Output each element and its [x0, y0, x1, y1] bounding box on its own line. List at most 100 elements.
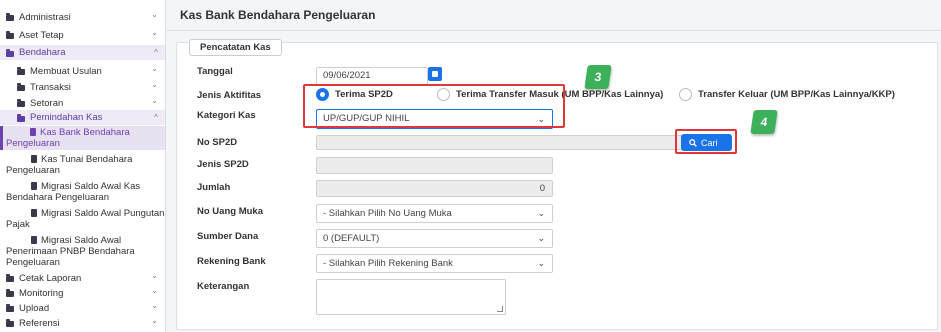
- rekening-bank-label: Rekening Bank: [197, 256, 266, 267]
- sumber-dana-select[interactable]: 0 (DEFAULT) ⌄: [316, 229, 553, 248]
- sidebar-item-transaksi[interactable]: Transaksi ⌄: [0, 80, 165, 94]
- jenis-aktifitas-label: Jenis Aktifitas: [197, 90, 262, 101]
- sidebar-item-label-line1: Kas Tunai Bendahara: [41, 154, 133, 165]
- folder-icon: [6, 31, 14, 39]
- radio-label: Terima Transfer Masuk (UM BPP/Kas Lainny…: [456, 89, 664, 100]
- main-content: Kas Bank Bendahara Pengeluaran Pencatata…: [166, 0, 941, 332]
- document-icon: [30, 128, 36, 136]
- folder-icon: [17, 114, 25, 122]
- chevron-down-icon: ⌄: [151, 301, 158, 310]
- sidebar-item-label-line1: Migrasi Saldo Awal: [41, 235, 122, 246]
- no-uang-muka-label: No Uang Muka: [197, 206, 263, 217]
- folder-icon: [17, 99, 25, 107]
- sidebar-item-migrasi-saldo-awal-kas[interactable]: Migrasi Saldo Awal Kas Bendahara Pengelu…: [0, 180, 165, 204]
- search-icon: [689, 138, 697, 147]
- sidebar-item-migrasi-saldo-awal-pungutan-pajak[interactable]: Migrasi Saldo Awal Pungutan Pajak: [0, 207, 165, 231]
- document-icon: [31, 236, 37, 244]
- folder-icon: [6, 289, 14, 297]
- sidebar-item-label: Transaksi: [30, 82, 71, 93]
- sidebar-item-label-line2: Pengeluaran: [6, 138, 60, 149]
- radio-label: Transfer Keluar (UM BPP/Kas Lainnya/KKP): [698, 89, 895, 100]
- sidebar-item-cetak-laporan[interactable]: Cetak Laporan ⌄: [0, 271, 165, 285]
- radio-transfer-keluar[interactable]: Transfer Keluar (UM BPP/Kas Lainnya/KKP): [679, 88, 895, 101]
- sidebar-item-label-line1: Migrasi Saldo Awal Kas: [41, 181, 141, 192]
- sidebar-item-pemindahan-kas[interactable]: Pemindahan Kas ^: [0, 110, 165, 125]
- jenis-sp2d-label: Jenis SP2D: [197, 159, 249, 170]
- sidebar-item-label-line2: Penerimaan PNBP Bendahara: [6, 246, 135, 257]
- sidebar-item-label: Referensi: [19, 318, 60, 329]
- sidebar-item-label: Bendahara: [19, 47, 66, 58]
- radio-dot: [679, 88, 692, 101]
- resize-handle-icon[interactable]: [497, 306, 503, 312]
- jumlah-value: 0: [539, 183, 545, 194]
- sumber-dana-value: 0 (DEFAULT): [323, 233, 380, 244]
- folder-icon: [6, 304, 14, 312]
- folder-icon: [17, 67, 25, 75]
- sidebar-item-label: Administrasi: [19, 12, 71, 23]
- folder-icon: [6, 49, 14, 57]
- divider: [166, 30, 941, 31]
- tanggal-label: Tanggal: [197, 66, 233, 77]
- radio-dot: [316, 88, 329, 101]
- folder-icon: [6, 319, 14, 327]
- chevron-down-icon: ⌄: [537, 208, 545, 218]
- radio-label: Terima SP2D: [335, 89, 393, 100]
- chevron-up-icon: ^: [154, 48, 158, 57]
- folder-icon: [6, 274, 14, 282]
- sidebar-item-label-line3: Pengeluaran: [6, 257, 60, 268]
- document-icon: [31, 182, 37, 190]
- step-badge-4: 4: [750, 110, 778, 134]
- chevron-down-icon: ⌄: [151, 80, 158, 89]
- tanggal-value: 09/06/2021: [323, 70, 371, 81]
- sidebar-item-membuat-usulan[interactable]: Membuat Usulan ⌄: [0, 64, 165, 78]
- sidebar-item-label: Pemindahan Kas: [30, 112, 103, 123]
- sidebar-item-aset-tetap[interactable]: Aset Tetap ⌄: [0, 28, 165, 42]
- no-sp2d-label: No SP2D: [197, 137, 238, 148]
- sidebar-item-kas-tunai-bendahara-pengeluaran[interactable]: Kas Tunai Bendahara Pengeluaran: [0, 153, 165, 177]
- sidebar-item-label: Upload: [19, 303, 50, 314]
- jumlah-input[interactable]: 0: [316, 180, 553, 197]
- sidebar-item-label-line2: Pajak: [6, 219, 30, 230]
- document-icon: [31, 155, 37, 163]
- sidebar-item-label: Cetak Laporan: [19, 273, 82, 284]
- rekening-bank-select[interactable]: - Silahkan Pilih Rekening Bank ⌄: [316, 254, 553, 273]
- sidebar-item-bendahara[interactable]: Bendahara ^: [0, 45, 165, 60]
- form-panel: Pencatatan Kas Tanggal 09/06/2021 Jenis …: [176, 39, 938, 330]
- chevron-down-icon: ⌄: [151, 316, 158, 325]
- sidebar-item-label: Setoran: [30, 98, 64, 109]
- chevron-up-icon: ^: [154, 113, 158, 122]
- sidebar-item-label: Monitoring: [19, 288, 64, 299]
- calendar-icon[interactable]: [428, 67, 442, 81]
- folder-icon: [17, 83, 25, 91]
- sidebar-item-kas-bank-bendahara-pengeluaran[interactable]: Kas Bank Bendahara Pengeluaran: [0, 126, 165, 150]
- chevron-down-icon: ⌄: [151, 96, 158, 105]
- cari-label: Cari: [701, 137, 718, 148]
- keterangan-textarea[interactable]: [316, 279, 506, 315]
- kategori-kas-select[interactable]: UP/GUP/GUP NIHIL ⌄: [316, 109, 553, 129]
- radio-terima-sp2d[interactable]: Terima SP2D: [316, 88, 393, 101]
- radio-terima-transfer-masuk[interactable]: Terima Transfer Masuk (UM BPP/Kas Lainny…: [437, 88, 663, 101]
- document-icon: [31, 209, 37, 217]
- chevron-down-icon: ⌄: [537, 233, 545, 243]
- sidebar-item-administrasi[interactable]: Administrasi ⌄: [0, 10, 165, 24]
- sidebar-item-migrasi-saldo-awal-pnbp[interactable]: Migrasi Saldo Awal Penerimaan PNBP Benda…: [0, 234, 165, 269]
- cari-button[interactable]: Cari: [681, 134, 732, 151]
- chevron-down-icon: ⌄: [151, 64, 158, 73]
- sidebar-item-label-line2: Pengeluaran: [6, 165, 60, 176]
- chevron-down-icon: ⌄: [151, 271, 158, 280]
- section-legend: Pencatatan Kas: [189, 39, 282, 56]
- sidebar-item-referensi[interactable]: Referensi ⌄: [0, 316, 165, 330]
- sidebar-item-monitoring[interactable]: Monitoring ⌄: [0, 286, 165, 300]
- no-uang-muka-value: - Silahkan Pilih No Uang Muka: [323, 208, 452, 219]
- sumber-dana-label: Sumber Dana: [197, 231, 259, 242]
- no-sp2d-input[interactable]: [316, 135, 731, 150]
- keterangan-label: Keterangan: [197, 281, 250, 292]
- chevron-down-icon: ⌄: [151, 10, 158, 19]
- sidebar-item-upload[interactable]: Upload ⌄: [0, 301, 165, 315]
- sidebar-item-setoran[interactable]: Setoran ⌄: [0, 96, 165, 110]
- no-uang-muka-select[interactable]: - Silahkan Pilih No Uang Muka ⌄: [316, 204, 553, 223]
- jenis-sp2d-input[interactable]: [316, 157, 553, 174]
- sidebar-item-label-line2: Bendahara Pengeluaran: [6, 192, 110, 203]
- jumlah-label: Jumlah: [197, 182, 231, 193]
- tanggal-input[interactable]: 09/06/2021: [316, 67, 428, 85]
